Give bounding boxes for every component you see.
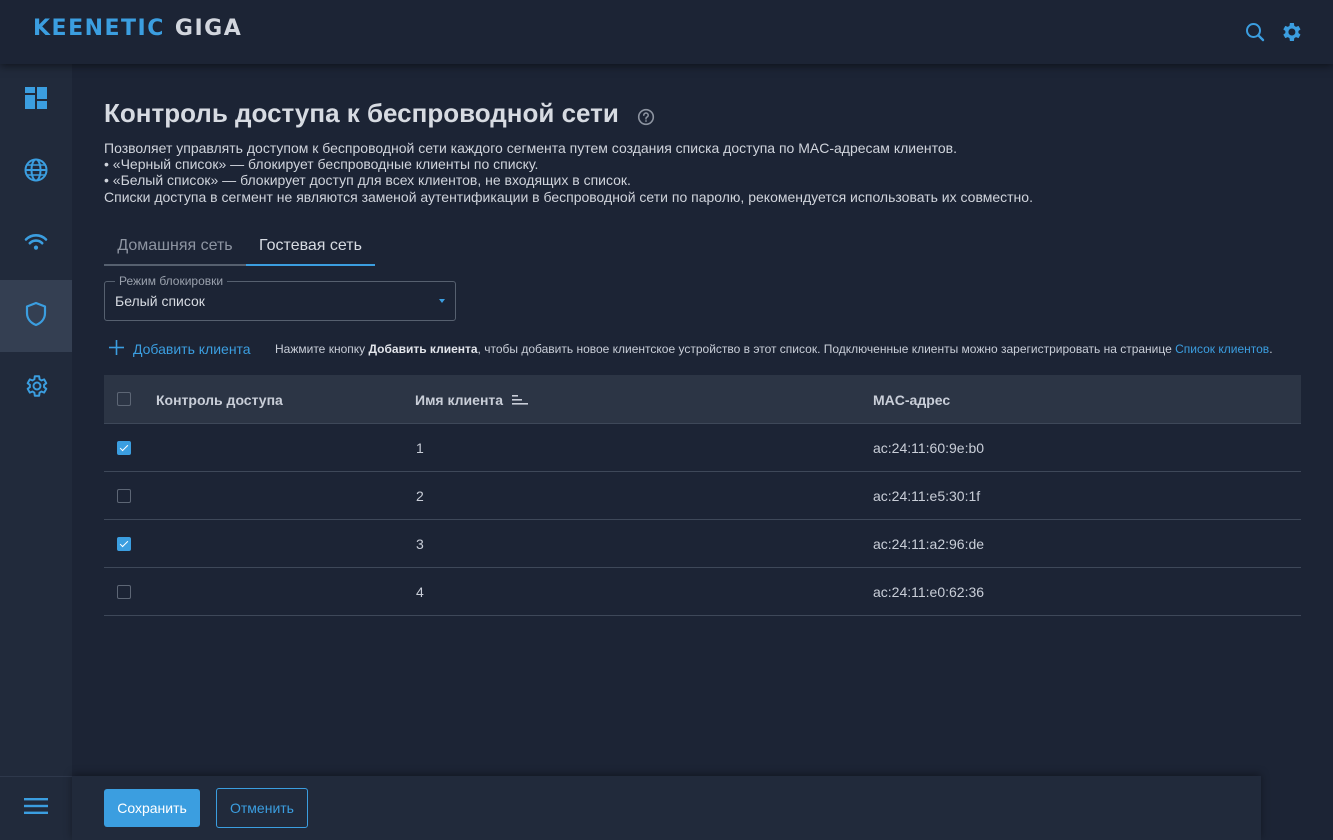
top-bar: KEENETIC GIGA [0,0,1333,64]
brand-secondary: GIGA [174,16,243,41]
page-description: Позволяет управлять доступом к беспровод… [104,140,1304,205]
client-name: 3 [416,536,424,552]
table-row: 1 ac:24:11:60:9e:b0 [104,424,1301,472]
column-header-mac: MAC-адрес [873,392,951,408]
sidebar-item-security[interactable] [0,280,72,352]
page-title: Контроль доступа к беспроводной сети [104,98,619,128]
sidebar-item-settings[interactable] [0,352,72,424]
chevron-down-icon [439,299,445,303]
client-list-link[interactable]: Список клиентов [1175,342,1269,356]
access-checkbox[interactable] [117,537,131,551]
save-button[interactable]: Сохранить [104,789,200,827]
access-checkbox[interactable] [117,489,131,503]
hint-bold-text: Добавить клиента [368,342,478,356]
block-mode-value: Белый список [115,293,205,309]
sidebar-item-dashboard[interactable] [0,64,72,136]
client-name: 4 [416,584,424,600]
cancel-button[interactable]: Отменить [216,788,308,828]
dashboard-icon [24,86,48,115]
sidebar [0,64,72,840]
search-icon[interactable] [1243,20,1267,44]
block-mode-select[interactable]: Режим блокировки Белый список [104,274,456,321]
hint-text: , чтобы добавить новое клиентское устрой… [477,342,1176,356]
access-checkbox[interactable] [117,441,131,455]
client-name: 2 [416,488,424,504]
client-mac: ac:24:11:60:9e:b0 [873,440,985,456]
column-header-access: Контроль доступа [156,392,283,408]
brand-primary: KEENETIC [33,16,165,41]
sort-icon[interactable] [512,393,528,411]
globe-icon [23,157,49,188]
wifi-icon [24,232,48,257]
add-client-hint: Нажмите кнопку Добавить клиента, чтобы д… [275,342,1273,356]
client-mac: ac:24:11:e0:62:36 [873,584,985,600]
help-icon[interactable] [637,108,655,126]
menu-icon [24,797,48,820]
gear-icon [23,373,49,404]
add-client-label: Добавить клиента [133,341,251,357]
tab-guest-network[interactable]: Гостевая сеть [246,232,375,267]
access-checkbox[interactable] [117,585,131,599]
tab-home-network[interactable]: Домашняя сеть [104,232,246,267]
select-all-checkbox[interactable] [117,392,131,406]
column-header-name[interactable]: Имя клиента [415,392,503,408]
sidebar-item-wifi[interactable] [0,208,72,280]
client-mac: ac:24:11:a2:96:de [873,536,985,552]
plus-icon [108,339,125,359]
hint-text: . [1269,342,1273,356]
client-mac: ac:24:11:e5:30:1f [873,488,981,504]
tab-underline [104,264,246,266]
description-line: Списки доступа в сегмент не являются зам… [104,188,1033,205]
add-client-button[interactable]: Добавить клиента [108,338,251,360]
table-row: 2 ac:24:11:e5:30:1f [104,472,1301,520]
block-mode-label: Режим блокировки [115,274,228,288]
table-row: 3 ac:24:11:a2:96:de [104,520,1301,568]
sidebar-menu-toggle[interactable] [0,776,72,840]
hint-text: Нажмите кнопку [275,342,369,356]
shield-icon [24,301,48,332]
description-line: • «Черный список» — блокирует беспроводн… [104,156,539,173]
description-line: Позволяет управлять доступом к беспровод… [104,140,957,156]
table-header: Контроль доступа Имя клиента MAC-адрес [104,375,1301,424]
gear-icon[interactable] [1279,20,1303,44]
table-row: 4 ac:24:11:e0:62:36 [104,568,1301,616]
sidebar-item-internet[interactable] [0,136,72,208]
client-name: 1 [416,440,424,456]
brand-logo[interactable]: KEENETIC GIGA [33,16,242,41]
tab-active-indicator [246,264,375,266]
action-footer: Сохранить Отменить [72,776,1261,840]
description-line: • «Белый список» — блокирует доступ для … [104,172,631,189]
